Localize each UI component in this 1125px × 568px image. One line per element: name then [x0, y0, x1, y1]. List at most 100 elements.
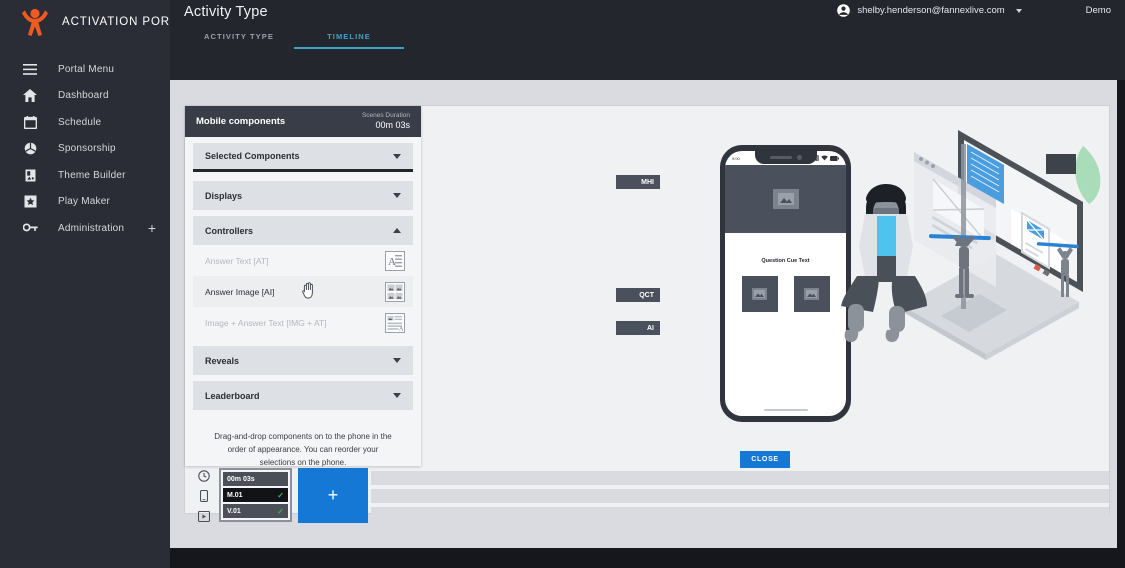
- sidebar-item-play-maker[interactable]: Play Maker: [0, 189, 170, 216]
- activation-portal-logo-icon: [18, 7, 52, 37]
- home-indicator: [763, 408, 808, 411]
- accordion-label: Controllers: [205, 225, 254, 236]
- component-answer-image[interactable]: Answer Image [AI]: [193, 276, 413, 307]
- chevron-down-icon: [393, 193, 401, 198]
- image-placeholder-icon: [752, 288, 767, 300]
- header-right: shelby.henderson@fannexlive.com Demo: [837, 4, 1125, 17]
- speaker-bar-icon: [769, 156, 792, 159]
- sidebar-item-theme-builder[interactable]: Theme Builder: [0, 162, 170, 189]
- tag-ai: AI: [616, 321, 660, 335]
- preview-area: MHI QCT AI 9:00 Question Cue Text CLOSE: [421, 106, 1111, 468]
- timeline-gutter: [193, 469, 215, 529]
- sidebar-item-dashboard[interactable]: Dashboard: [0, 83, 170, 110]
- star-badge-icon: [22, 194, 38, 210]
- timeline-chip-mobile[interactable]: M.01 ✓: [223, 488, 288, 502]
- answer-image-option[interactable]: [741, 276, 778, 312]
- page-header: Activity Type ACTIVITY TYPE TIMELINE she…: [170, 0, 1125, 80]
- grab-hand-cursor-icon: [301, 282, 317, 299]
- check-icon: ✓: [277, 490, 284, 500]
- tag-qct: QCT: [616, 288, 660, 302]
- video-icon: [193, 509, 215, 523]
- accordion-controllers[interactable]: Controllers: [193, 216, 413, 245]
- component-answer-text[interactable]: Answer Text [AT] A: [193, 245, 413, 276]
- calendar-icon: [22, 114, 38, 130]
- sidebar-item-label: Dashboard: [58, 90, 109, 102]
- component-label: Image + Answer Text [IMG + AT]: [205, 317, 327, 328]
- svg-text:A: A: [399, 326, 404, 332]
- account-circle-icon: [837, 4, 851, 17]
- expand-administration-icon[interactable]: +: [148, 221, 156, 235]
- header-tabs: ACTIVITY TYPE TIMELINE: [184, 28, 404, 49]
- sidebar-item-label: Administration: [58, 222, 125, 234]
- accordion-leaderboard[interactable]: Leaderboard: [193, 381, 413, 410]
- timeline-tracks: [371, 471, 1109, 525]
- tab-activity-type[interactable]: ACTIVITY TYPE: [184, 28, 294, 49]
- close-button[interactable]: CLOSE: [740, 451, 790, 468]
- tag-mhi: MHI: [616, 175, 660, 189]
- phone-notch: [754, 151, 817, 164]
- user-menu[interactable]: shelby.henderson@fannexlive.com: [837, 4, 1022, 17]
- wifi-icon: [821, 155, 828, 161]
- accordion-label: Displays: [205, 190, 243, 201]
- scenes-duration-label: Scenes Duration: [361, 111, 410, 119]
- workspace-illustration: [821, 116, 1111, 406]
- answer-text-icon: A: [385, 250, 405, 271]
- mobile-components-panel: Mobile components Scenes Duration 00m 03…: [185, 106, 421, 467]
- accordion-selected-components[interactable]: Selected Components: [193, 143, 413, 172]
- sidebar-nav: Portal Menu Dashboard Schedule Sponsorsh…: [0, 56, 170, 242]
- home-icon: [22, 88, 38, 104]
- status-time: 9:00: [732, 155, 740, 161]
- sidebar-item-label: Theme Builder: [58, 169, 126, 181]
- theme-icon: [22, 167, 38, 183]
- svg-text:A: A: [388, 256, 396, 268]
- demo-label: Demo: [1085, 5, 1111, 16]
- sidebar-item-portal-menu[interactable]: Portal Menu: [0, 56, 170, 83]
- clock-icon: [193, 469, 215, 483]
- sidebar-item-sponsorship[interactable]: Sponsorship: [0, 136, 170, 163]
- brand: ACTIVATION PORTAL: [0, 0, 192, 44]
- chip-label: V.01: [227, 507, 241, 515]
- panel-header: Mobile components Scenes Duration 00m 03…: [185, 106, 421, 137]
- globe-icon: [22, 141, 38, 157]
- component-image-answer-text[interactable]: Image + Answer Text [IMG + AT] A: [193, 307, 413, 338]
- tab-timeline[interactable]: TIMELINE: [294, 28, 404, 49]
- add-scene-button[interactable]: +: [298, 468, 368, 523]
- component-label: Answer Text [AT]: [205, 255, 269, 266]
- hamburger-icon: [22, 61, 38, 77]
- sidebar-item-administration[interactable]: Administration +: [0, 215, 170, 242]
- timeline-track-row[interactable]: [371, 507, 1109, 521]
- scenes-duration: Scenes Duration 00m 03s: [362, 112, 410, 131]
- mobile-icon: [193, 489, 215, 503]
- app-root: ACTIVATION PORTAL Portal Menu Dashboard …: [0, 0, 1125, 568]
- image-placeholder-icon: [804, 288, 819, 300]
- scenes-duration-value: 00m 03s: [375, 119, 410, 130]
- timeline-track-row[interactable]: [371, 471, 1109, 485]
- accordion-label: Selected Components: [205, 151, 300, 161]
- accordion-reveals[interactable]: Reveals: [193, 346, 413, 375]
- answer-image-icon: [385, 281, 405, 302]
- timeline: 00m 03s M.01 ✓ V.01 ✓ +: [185, 468, 1111, 523]
- check-icon: ✓: [277, 506, 284, 516]
- chip-label: M.01: [227, 491, 243, 499]
- component-label: Answer Image [AI]: [205, 286, 275, 297]
- accordion-displays[interactable]: Displays: [193, 181, 413, 210]
- sidebar-item-label: Portal Menu: [58, 63, 115, 75]
- timeline-scene-card[interactable]: 00m 03s M.01 ✓ V.01 ✓: [219, 468, 292, 522]
- image-placeholder-icon: [772, 189, 799, 209]
- accordion-label: Reveals: [205, 355, 240, 366]
- image-answer-text-icon: A: [385, 312, 405, 333]
- battery-icon: [830, 155, 839, 161]
- camera-dot-icon: [796, 155, 802, 160]
- timeline-track-row[interactable]: [371, 489, 1109, 503]
- sidebar: ACTIVATION PORTAL Portal Menu Dashboard …: [0, 0, 192, 568]
- chevron-down-icon[interactable]: [1015, 8, 1022, 13]
- key-icon: [22, 220, 38, 236]
- canvas: MHI QCT AI 9:00 Question Cue Text CLOSE …: [184, 105, 1111, 523]
- timeline-chip-video[interactable]: V.01 ✓: [223, 504, 288, 518]
- page-title: Activity Type: [184, 4, 268, 20]
- timeline-chip-duration[interactable]: 00m 03s: [223, 472, 288, 486]
- user-email: shelby.henderson@fannexlive.com: [857, 5, 1005, 16]
- chevron-up-icon: [393, 228, 401, 233]
- sidebar-item-label: Schedule: [58, 116, 102, 128]
- sidebar-item-schedule[interactable]: Schedule: [0, 109, 170, 136]
